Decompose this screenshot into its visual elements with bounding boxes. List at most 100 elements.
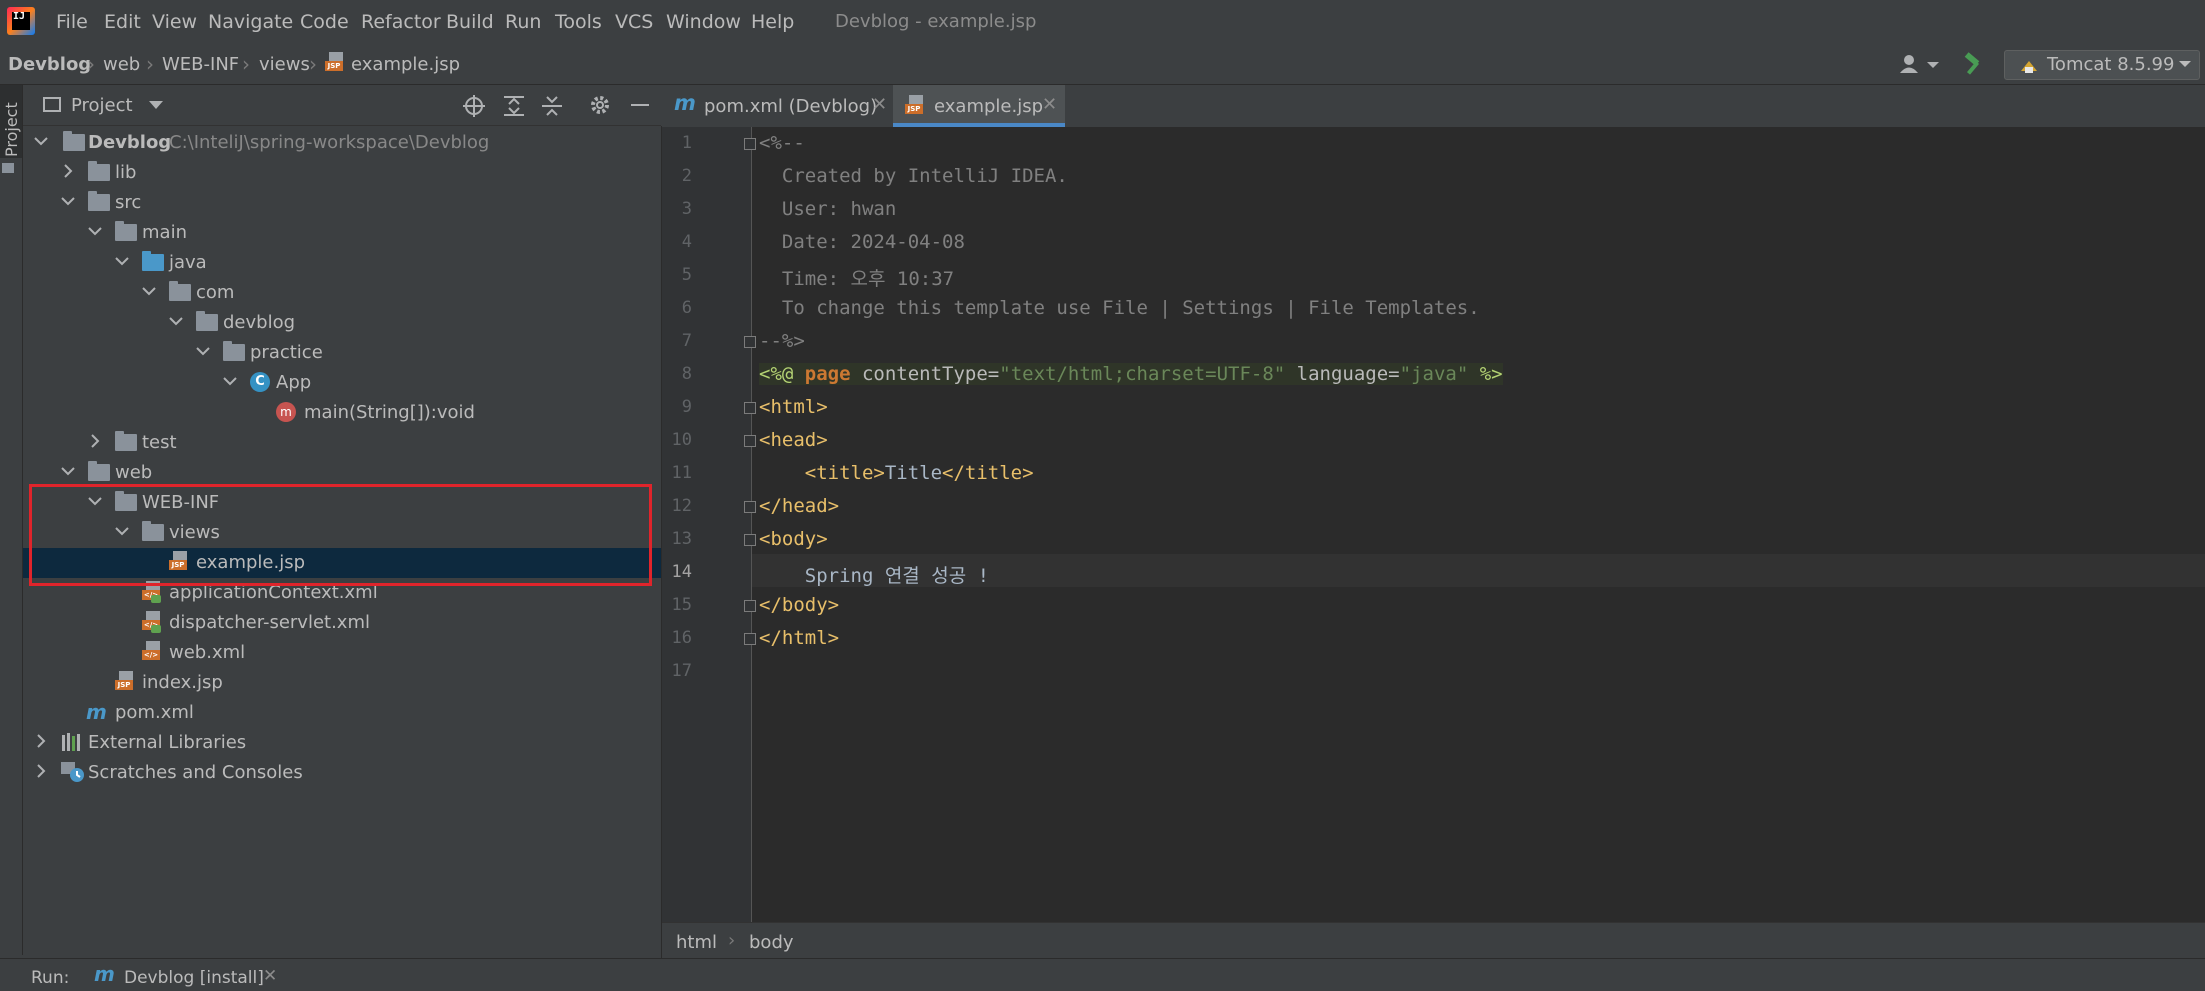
fold-marker-icon[interactable] (744, 633, 756, 645)
chevron-right-icon[interactable] (88, 434, 100, 448)
line-number: 8 (681, 364, 692, 384)
close-icon[interactable]: ✕ (263, 966, 277, 986)
fold-marker-icon[interactable] (744, 402, 756, 414)
breadcrumb-web-inf[interactable]: WEB-INF (162, 54, 239, 75)
jsp-attribute-value: "text/html;charset=UTF-8" (999, 363, 1286, 385)
tree-item-external-libraries[interactable]: External Libraries (23, 728, 661, 758)
code-line-13: <body> (759, 528, 828, 550)
tree-item-lib[interactable]: lib (23, 158, 661, 188)
project-tool-label[interactable]: Project (2, 97, 21, 157)
menu-code[interactable]: Code (300, 11, 349, 33)
tree-item-src[interactable]: src (23, 188, 661, 218)
tree-item-main-method[interactable]: m main(String[]):void (23, 398, 661, 428)
tree-item-devblog-package[interactable]: devblog (23, 308, 661, 338)
web-xml-file-icon: </> (142, 641, 162, 663)
chevron-down-icon[interactable] (61, 464, 75, 476)
breadcrumb-separator: › (242, 52, 250, 76)
menu-file[interactable]: File (56, 11, 88, 33)
fold-marker-icon[interactable] (744, 138, 756, 150)
tree-item-label: Devblog (88, 132, 172, 153)
menu-window[interactable]: Window (666, 11, 741, 33)
build-hammer-icon[interactable] (1962, 52, 1986, 76)
folder-icon (2, 163, 14, 173)
gear-icon[interactable] (589, 94, 611, 116)
chevron-down-icon[interactable] (115, 254, 129, 266)
user-account-icon[interactable] (1897, 52, 1939, 76)
breadcrumb-devblog[interactable]: Devblog (8, 54, 91, 75)
code-line-4: Date: 2024-04-08 (759, 231, 965, 253)
menu-view[interactable]: View (152, 11, 197, 33)
close-icon[interactable]: ✕ (1042, 94, 1057, 115)
navigation-bar: Devblog › web › WEB-INF › views › JSP ex… (0, 44, 2205, 85)
tree-item-label: pom.xml (115, 702, 194, 723)
web-folder-icon (88, 461, 110, 481)
chevron-down-icon[interactable] (88, 224, 102, 236)
breadcrumb-separator: › (87, 52, 95, 76)
tree-item-test[interactable]: test (23, 428, 661, 458)
tree-item-pom-xml[interactable]: m pom.xml (23, 698, 661, 728)
menu-build[interactable]: Build (446, 11, 494, 33)
fold-marker-icon[interactable] (744, 501, 756, 513)
chevron-right-icon[interactable] (34, 764, 46, 778)
chevron-down-icon[interactable] (142, 284, 156, 296)
chevron-down-icon[interactable] (223, 374, 237, 386)
chevron-right-icon[interactable] (61, 164, 73, 178)
jsp-attribute-value: "java" (1399, 363, 1469, 385)
breadcrumb-separator: › (146, 52, 154, 76)
line-number: 13 (671, 529, 692, 549)
fold-marker-icon[interactable] (744, 336, 756, 348)
tree-item-devblog[interactable]: Devblog C:\InteliJ\spring-workspace\Devb… (23, 128, 661, 158)
tree-item-web-xml[interactable]: </> web.xml (23, 638, 661, 668)
menu-edit[interactable]: Edit (104, 11, 141, 33)
chevron-down-icon[interactable] (169, 314, 183, 326)
tree-item-scratches-and-consoles[interactable]: Scratches and Consoles (23, 758, 661, 788)
close-icon[interactable]: ✕ (872, 94, 887, 115)
chevron-down-icon[interactable] (34, 134, 48, 146)
code-editor[interactable] (752, 127, 2205, 922)
tree-item-app[interactable]: C App (23, 368, 661, 398)
tab-pom-xml[interactable]: m pom.xml (Devblog) ✕ (662, 85, 892, 127)
project-panel-title[interactable]: Project (71, 95, 133, 116)
run-configuration-selector[interactable]: Tomcat 8.5.99 (2004, 50, 2200, 80)
menu-help[interactable]: Help (751, 11, 794, 33)
maven-icon: m (674, 91, 696, 115)
run-tab-label[interactable]: Devblog [install] (124, 968, 264, 988)
tree-item-index-jsp[interactable]: JSP index.jsp (23, 668, 661, 698)
menu-vcs[interactable]: VCS (615, 11, 653, 33)
chevron-down-icon[interactable] (149, 100, 163, 110)
code-line-15: </body> (759, 594, 840, 616)
tree-item-dispatcher-servlet-xml[interactable]: </> dispatcher-servlet.xml (23, 608, 661, 638)
menu-navigate[interactable]: Navigate (208, 11, 293, 33)
collapse-all-icon[interactable] (542, 95, 562, 117)
menu-tools[interactable]: Tools (555, 11, 602, 33)
expand-all-icon[interactable] (504, 95, 524, 117)
chevron-down-icon[interactable] (196, 344, 210, 356)
package-icon (169, 281, 191, 301)
fold-marker-icon[interactable] (744, 435, 756, 447)
line-number: 5 (681, 265, 692, 285)
tree-item-label: External Libraries (88, 732, 247, 753)
tree-item-com[interactable]: com (23, 278, 661, 308)
fold-marker-icon[interactable] (744, 534, 756, 546)
breadcrumb-example-jsp[interactable]: example.jsp (351, 54, 460, 75)
tree-item-practice[interactable]: practice (23, 338, 661, 368)
menu-refactor[interactable]: Refactor (361, 11, 441, 33)
breadcrumb-web[interactable]: web (103, 54, 140, 75)
menu-bar: IJ File Edit View Navigate Code Refactor… (0, 0, 2205, 44)
tree-item-label: src (115, 192, 142, 213)
chevron-right-icon[interactable] (34, 734, 46, 748)
chevron-down-icon (2179, 59, 2191, 69)
tree-item-main[interactable]: main (23, 218, 661, 248)
minimize-icon[interactable] (631, 104, 649, 106)
line-number: 7 (681, 331, 692, 351)
tab-example-jsp[interactable]: JSP example.jsp ✕ (893, 85, 1065, 127)
menu-run[interactable]: Run (505, 11, 541, 33)
locate-target-icon[interactable] (463, 95, 485, 117)
tree-item-java[interactable]: java (23, 248, 661, 278)
breadcrumb-html[interactable]: html (676, 932, 717, 953)
fold-marker-icon[interactable] (744, 600, 756, 612)
breadcrumb-views[interactable]: views (259, 54, 310, 75)
breadcrumb-body[interactable]: body (749, 932, 794, 953)
chevron-down-icon[interactable] (61, 194, 75, 206)
folder-icon (115, 431, 137, 451)
